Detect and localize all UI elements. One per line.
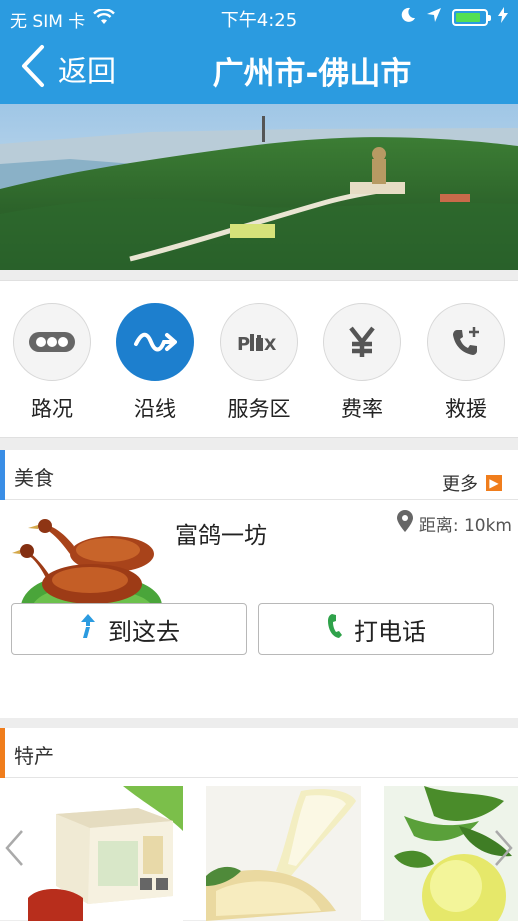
carousel-next-button[interactable] — [490, 828, 516, 868]
svg-text:X: X — [264, 335, 277, 354]
arrow-right-icon: ▶ — [486, 475, 502, 491]
navigate-button[interactable]: 到这去 — [11, 603, 247, 655]
food-item-name: 富鸽一坊 — [175, 523, 267, 549]
menu-label: 沿线 — [134, 397, 176, 421]
menu-item-toll-rates[interactable]: 费率 — [310, 303, 414, 423]
location-arrow-icon — [426, 7, 442, 28]
moon-icon — [400, 7, 416, 28]
menu-item-traffic[interactable]: 路况 — [0, 303, 104, 423]
call-label: 打电话 — [354, 617, 426, 646]
section-title: 美食 — [14, 466, 54, 490]
menu-label: 费率 — [341, 397, 383, 421]
product-image[interactable] — [206, 786, 361, 921]
status-bar: 无 SIM 卡 下午4:25 — [0, 0, 518, 34]
call-button[interactable]: 打电话 — [258, 603, 494, 655]
section-title: 特产 — [14, 744, 54, 768]
menu-label: 救援 — [445, 397, 487, 421]
food-section: 美食 更多 ▶ 富鸽一坊 距离: 10km 到这去 打电话 — [0, 450, 518, 718]
food-section-header: 美食 更多 ▶ — [0, 450, 518, 500]
distance-info: 距离: 10km — [396, 510, 512, 537]
yuan-icon — [323, 303, 401, 381]
more-link[interactable]: 更多 ▶ — [442, 470, 502, 496]
section-accent-bar — [0, 450, 5, 500]
section-accent-bar — [0, 728, 5, 778]
svg-text:P: P — [237, 334, 250, 355]
feature-menu: 路况 沿线 PX 服务区 费率 救援 — [0, 280, 518, 438]
traffic-dots-icon — [13, 303, 91, 381]
more-label: 更多 — [442, 474, 478, 495]
charging-bolt-icon — [498, 7, 508, 28]
distance-label: 距离: 10km — [418, 516, 512, 536]
route-wave-icon — [116, 303, 194, 381]
phone-icon — [326, 613, 344, 645]
banner-image[interactable] — [0, 104, 518, 270]
product-image[interactable] — [28, 786, 183, 921]
menu-label: 服务区 — [227, 397, 291, 421]
navigate-label: 到这去 — [108, 617, 180, 646]
specialty-section: 特产 — [0, 728, 518, 921]
menu-item-service-area[interactable]: PX 服务区 — [207, 303, 311, 423]
service-area-icon: PX — [220, 303, 298, 381]
chevron-right-icon — [495, 830, 513, 866]
phone-plus-icon — [427, 303, 505, 381]
chevron-left-icon — [5, 830, 23, 866]
menu-item-along-route[interactable]: 沿线 — [103, 303, 207, 423]
page-title: 广州市-佛山市 — [212, 56, 412, 92]
navigate-arrow-icon — [78, 613, 98, 645]
menu-item-rescue[interactable]: 救援 — [414, 303, 518, 423]
carousel-prev-button[interactable] — [2, 828, 28, 868]
battery-icon — [452, 9, 491, 26]
navigation-bar: 返回 广州市-佛山市 — [0, 34, 518, 104]
map-pin-icon — [396, 510, 413, 537]
menu-label: 路况 — [31, 397, 73, 421]
specialty-section-header: 特产 — [0, 728, 518, 778]
